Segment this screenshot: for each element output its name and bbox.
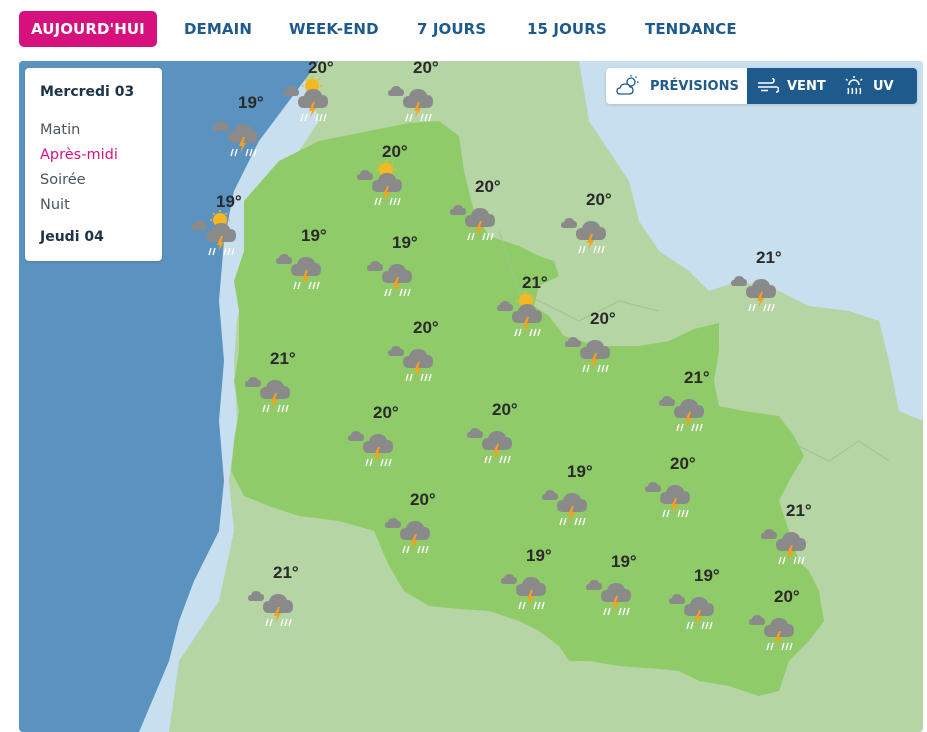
tab-15-jours[interactable]: 15 JOURS — [527, 11, 607, 47]
forecast-marker[interactable]: 21° — [760, 501, 820, 571]
temperature-label: 20° — [774, 587, 800, 606]
wind-icon — [758, 78, 779, 93]
temperature-label: 19° — [526, 546, 552, 565]
temperature-label: 21° — [522, 273, 548, 292]
period-menu: Mercredi 03 Matin Après-midi Soirée Nuit… — [25, 68, 162, 261]
forecast-marker[interactable]: 20° — [347, 403, 407, 473]
temperature-label: 20° — [410, 490, 436, 509]
forecast-marker[interactable]: 20° — [644, 454, 704, 524]
day-label-jeudi[interactable]: Jeudi 04 — [40, 229, 104, 245]
forecast-marker[interactable]: 21° — [244, 349, 304, 419]
tab-7-jours[interactable]: 7 JOURS — [417, 11, 486, 47]
temperature-label: 20° — [590, 309, 616, 328]
period-soiree[interactable]: Soirée — [40, 172, 86, 188]
forecast-marker[interactable]: 19° — [668, 566, 728, 636]
forecast-marker[interactable]: 19° — [585, 552, 645, 622]
forecast-marker[interactable]: 21° — [658, 368, 718, 438]
tab-aujourdhui[interactable]: AUJOURD'HUI — [19, 11, 157, 47]
temperature-label: 21° — [756, 248, 782, 267]
forecast-marker[interactable]: 20° — [356, 142, 416, 212]
forecast-marker[interactable]: 19° — [500, 546, 560, 616]
temperature-label: 19° — [567, 462, 593, 481]
temperature-label: 21° — [786, 501, 812, 520]
vent-label: VENT — [787, 78, 826, 94]
period-tabs: AUJOURD'HUI DEMAIN WEEK-END 7 JOURS 15 J… — [0, 0, 927, 60]
tab-demain[interactable]: DEMAIN — [184, 11, 252, 47]
temperature-label: 19° — [694, 566, 720, 585]
temperature-label: 21° — [273, 563, 299, 582]
forecast-marker[interactable]: 20° — [466, 400, 526, 470]
previsions-button[interactable]: PRÉVISIONS — [606, 68, 747, 104]
tab-week-end[interactable]: WEEK-END — [289, 11, 379, 47]
uv-sun-icon — [845, 76, 863, 95]
forecast-marker[interactable]: 20° — [387, 318, 447, 388]
tab-tendance[interactable]: TENDANCE — [645, 11, 737, 47]
forecast-marker[interactable]: 20° — [449, 177, 509, 247]
forecast-marker[interactable]: 21° — [730, 248, 790, 318]
forecast-marker[interactable]: 20° — [564, 309, 624, 379]
uv-button[interactable]: UV — [833, 68, 917, 104]
temperature-label: 20° — [492, 400, 518, 419]
temperature-label: 21° — [684, 368, 710, 387]
temperature-label: 19° — [611, 552, 637, 571]
day-label-mercredi[interactable]: Mercredi 03 — [40, 84, 134, 100]
forecast-marker[interactable]: 21° — [247, 563, 307, 633]
temperature-label: 20° — [670, 454, 696, 473]
temperature-label: 20° — [586, 190, 612, 209]
layer-toggle: PRÉVISIONS VENT UV — [606, 68, 917, 104]
forecast-marker[interactable]: 19° — [190, 192, 250, 262]
forecast-marker[interactable]: 20° — [748, 587, 808, 657]
temperature-label: 19° — [238, 93, 264, 112]
temperature-label: 19° — [392, 233, 418, 252]
period-matin[interactable]: Matin — [40, 122, 80, 138]
forecast-marker[interactable]: 19° — [212, 93, 272, 163]
forecast-marker[interactable]: 20° — [560, 190, 620, 260]
previsions-label: PRÉVISIONS — [650, 78, 739, 94]
temperature-label: 20° — [413, 318, 439, 337]
vent-button[interactable]: VENT — [747, 68, 833, 104]
forecast-marker[interactable]: 20° — [282, 61, 342, 128]
temperature-label: 20° — [373, 403, 399, 422]
cloud-sun-icon — [616, 75, 639, 95]
temperature-label: 21° — [270, 349, 296, 368]
weather-map[interactable]: Mercredi 03 Matin Après-midi Soirée Nuit… — [19, 61, 923, 732]
temperature-label: 19° — [216, 192, 242, 211]
forecast-marker[interactable]: 19° — [366, 233, 426, 303]
forecast-marker[interactable]: 21° — [496, 273, 556, 343]
temperature-label: 19° — [301, 226, 327, 245]
temperature-label: 20° — [475, 177, 501, 196]
temperature-label: 20° — [382, 142, 408, 161]
period-apres-midi[interactable]: Après-midi — [40, 147, 118, 163]
forecast-marker[interactable]: 20° — [387, 61, 447, 128]
period-nuit[interactable]: Nuit — [40, 197, 70, 213]
uv-label: UV — [873, 78, 894, 94]
forecast-marker[interactable]: 19° — [275, 226, 335, 296]
forecast-marker[interactable]: 19° — [541, 462, 601, 532]
forecast-marker[interactable]: 20° — [384, 490, 444, 560]
